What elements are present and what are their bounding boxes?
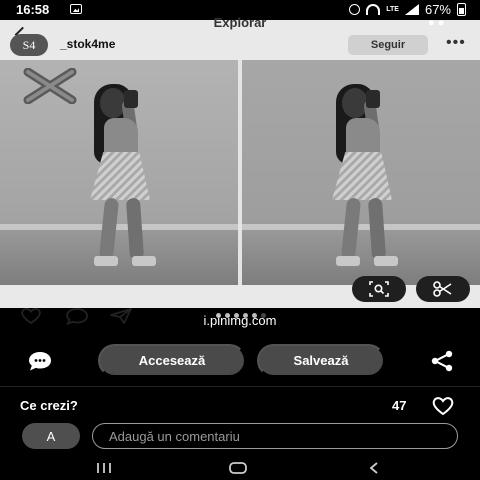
share-icon[interactable] (428, 350, 456, 372)
page-title: Explorar (213, 15, 267, 30)
cutout-button[interactable] (416, 276, 470, 302)
comment-input[interactable] (92, 423, 458, 449)
fig-leg (125, 197, 145, 261)
fig-shoe (336, 256, 360, 266)
follow-button[interactable]: Seguir (348, 35, 428, 55)
home-icon (229, 462, 247, 474)
access-button[interactable]: Accesează (98, 344, 246, 377)
fig-leg (340, 197, 362, 261)
user-avatar[interactable]: A (22, 423, 80, 449)
person-figure (302, 82, 422, 282)
system-nav-bar (0, 455, 480, 480)
visual-search-icon (369, 281, 389, 297)
pin-sheet: Explorar ● ● S4 _stok4me Seguir ••• (0, 15, 480, 325)
nav-back-button[interactable] (354, 457, 394, 479)
phone-icon (124, 90, 138, 108)
save-button[interactable]: Salvează (257, 344, 385, 377)
back-icon (369, 462, 378, 474)
likes-count: 47 (392, 398, 407, 413)
phone-icon (366, 90, 380, 108)
image-panel-right (242, 60, 480, 285)
fig-leg (367, 197, 387, 261)
username[interactable]: _stok4me (60, 37, 115, 51)
avatar[interactable]: S4 (10, 34, 48, 56)
lte-icon: LTE (386, 6, 399, 13)
gallery-icon (70, 4, 82, 14)
person-figure (60, 82, 180, 282)
home-button[interactable] (218, 457, 258, 479)
overflow-dots: ● ● (428, 17, 445, 29)
fig-leg (98, 197, 120, 261)
comments-prompt: Ce crezi? (20, 398, 78, 413)
recent-apps-button[interactable] (84, 457, 124, 479)
more-horizontal-icon[interactable]: ••• (446, 34, 466, 52)
image-panel-left (0, 60, 238, 285)
heart-outline-icon[interactable] (430, 396, 456, 416)
fig-shoe (94, 256, 118, 266)
chat-bubble-icon[interactable] (26, 349, 54, 373)
scissors-icon (433, 281, 452, 297)
wifi-icon (366, 4, 381, 15)
source-domain-link[interactable]: i.pinimg.com (0, 313, 480, 328)
fig-shoe (132, 256, 156, 266)
recent-apps-icon (97, 463, 111, 473)
pin-image[interactable] (0, 60, 480, 285)
visual-search-button[interactable] (352, 276, 406, 302)
fig-shoe (374, 256, 398, 266)
divider (0, 386, 480, 387)
alarm-icon (349, 4, 361, 15)
signal-icon (404, 4, 419, 15)
